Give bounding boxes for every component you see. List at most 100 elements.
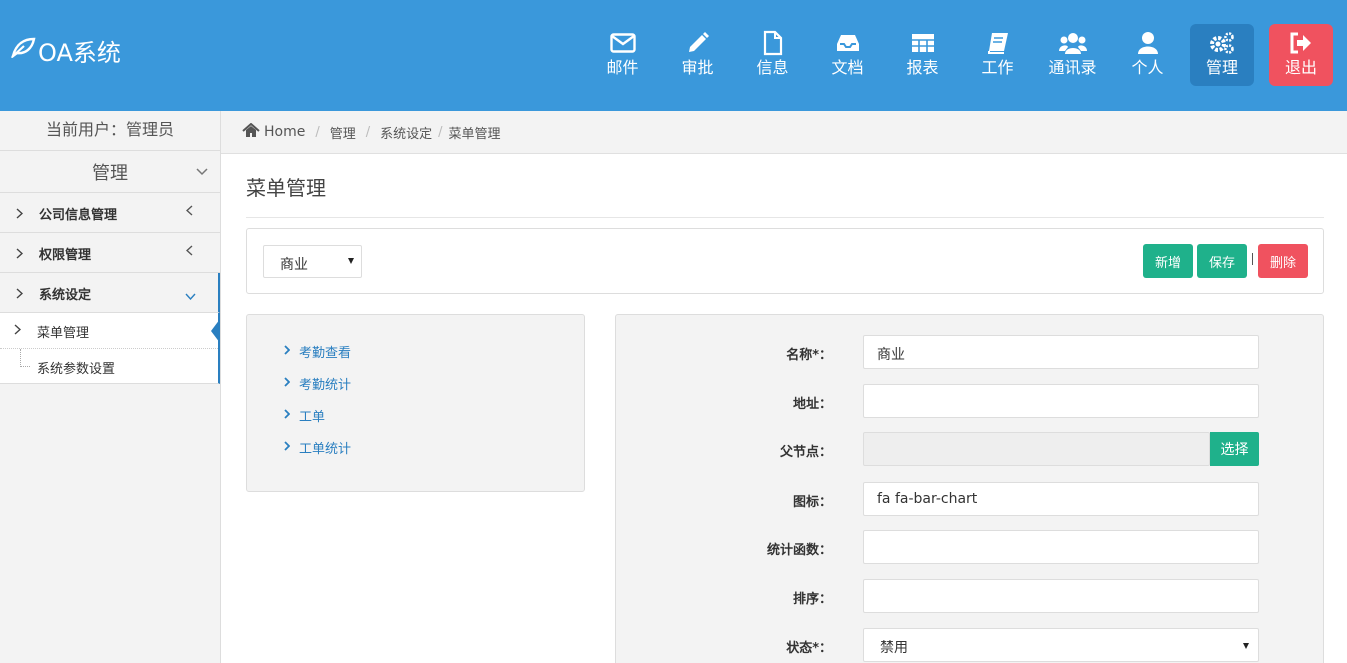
chevron-right-icon — [284, 344, 299, 359]
sidebar-subitem-menu-management[interactable]: 菜单管理 — [0, 313, 220, 348]
sidebar-item-company-info[interactable]: 公司信息管理 — [0, 193, 220, 233]
menu-tree-panel: 考勤查看 考勤统计 工单 工单统计 — [246, 314, 585, 492]
tree-item-label: 工单统计 — [299, 441, 352, 457]
delete-button[interactable]: 删除 — [1258, 244, 1308, 278]
tree-item[interactable]: 工单统计 — [284, 437, 351, 457]
chevron-right-icon — [284, 376, 299, 391]
tree-item-label: 工单 — [299, 409, 326, 425]
nav-reports[interactable]: 报表 — [885, 24, 960, 86]
form-row-stat-func: 统计函数： — [616, 530, 1325, 564]
leaf-icon — [10, 36, 38, 64]
nav-logout[interactable]: 退出 — [1269, 24, 1333, 86]
sidebar: 当前用户：管理员 管理 公司信息管理 权限管理 系统设定 菜单管理 系统参数设置 — [0, 111, 221, 663]
nav-contacts[interactable]: 通讯录 — [1035, 24, 1110, 86]
stat-func-label: 统计函数： — [766, 543, 832, 558]
nav-info[interactable]: 信息 — [735, 24, 810, 86]
status-select-value: 禁用 — [880, 640, 908, 656]
address-input[interactable] — [863, 384, 1259, 418]
tree-item[interactable]: 考勤统计 — [284, 373, 351, 393]
breadcrumb-item[interactable]: 管理 — [330, 123, 356, 142]
file-icon — [763, 30, 783, 56]
top-navbar: OA系统 邮件 审批 信息 文档 报表 工作 通讯录 个人 管理 退出 — [0, 0, 1347, 111]
sidebar-item-label: 系统设定 — [39, 288, 92, 303]
icon-input[interactable]: fa fa-bar-chart — [863, 482, 1259, 516]
nav-reports-label: 报表 — [906, 58, 939, 77]
current-user: 当前用户：管理员 — [0, 111, 220, 151]
nav-personal-label: 个人 — [1131, 58, 1164, 77]
chevron-right-icon — [16, 287, 24, 303]
parent-input — [863, 432, 1210, 466]
category-select-value: 商业 — [280, 257, 308, 273]
breadcrumb-separator: / — [365, 124, 371, 140]
inbox-icon — [836, 30, 860, 56]
page-title: 菜单管理 — [246, 176, 326, 200]
tree-item[interactable]: 考勤查看 — [284, 341, 351, 361]
chevron-down-icon — [196, 164, 208, 180]
nav-contacts-label: 通讯录 — [1048, 58, 1097, 77]
sidebar-item-label: 权限管理 — [39, 248, 92, 263]
nav-info-label: 信息 — [756, 58, 789, 77]
breadcrumb-home-label: Home — [264, 124, 306, 140]
chevron-down-icon — [185, 288, 196, 304]
sidebar-item-permissions[interactable]: 权限管理 — [0, 233, 220, 273]
app-title: OA系统 — [38, 38, 121, 67]
sidebar-submenu: 菜单管理 系统参数设置 — [0, 313, 220, 384]
breadcrumb-home[interactable]: Home — [242, 122, 306, 142]
tree-line — [20, 349, 21, 367]
app-logo[interactable]: OA系统 — [10, 34, 121, 67]
nav-mail[interactable]: 邮件 — [585, 24, 660, 86]
chevron-right-icon — [14, 324, 22, 339]
nav-approval-label: 审批 — [681, 58, 714, 77]
tree-item-label: 考勤统计 — [299, 377, 352, 393]
envelope-icon — [609, 30, 636, 56]
sidebar-item-system-settings[interactable]: 系统设定 — [0, 273, 220, 313]
cogs-icon — [1209, 30, 1235, 56]
order-input[interactable] — [863, 579, 1259, 613]
breadcrumb-item-current: 菜单管理 — [448, 126, 501, 142]
sidebar-subitem-system-params[interactable]: 系统参数设置 — [0, 348, 218, 383]
chevron-left-icon — [185, 204, 193, 220]
form-row-address: 地址： — [616, 384, 1325, 418]
name-input[interactable]: 商业 — [863, 335, 1259, 369]
divider — [246, 217, 1324, 218]
form-row-order: 排序： — [616, 579, 1325, 613]
chevron-left-icon — [185, 244, 193, 260]
form-row-icon: 图标： fa fa-bar-chart — [616, 482, 1325, 516]
select-parent-button[interactable]: 选择 — [1210, 432, 1259, 466]
caret-down-icon — [348, 258, 354, 264]
home-icon — [242, 122, 264, 142]
user-icon — [1137, 30, 1159, 56]
nav-logout-label: 退出 — [1284, 58, 1317, 77]
breadcrumb-separator: / — [315, 124, 320, 140]
sidebar-subitem-label: 菜单管理 — [37, 326, 90, 341]
save-button[interactable]: 保存 — [1197, 244, 1247, 278]
sign-out-icon — [1289, 30, 1313, 56]
add-button[interactable]: 新增 — [1143, 244, 1193, 278]
active-indicator — [211, 319, 220, 343]
tree-item-label: 考勤查看 — [299, 345, 352, 361]
address-label: 地址： — [792, 397, 832, 412]
book-icon — [986, 30, 1010, 56]
status-select[interactable]: 禁用 — [863, 628, 1259, 662]
icon-label: 图标： — [792, 495, 832, 510]
nav-personal[interactable]: 个人 — [1110, 24, 1185, 86]
sidebar-subitem-label: 系统参数设置 — [37, 362, 116, 377]
breadcrumb-item[interactable]: 系统设定 — [380, 123, 432, 142]
stat-func-input[interactable] — [863, 530, 1259, 564]
form-row-name: 名称*： 商业 — [616, 335, 1325, 369]
nav-admin-label: 管理 — [1205, 58, 1238, 77]
nav-work[interactable]: 工作 — [960, 24, 1035, 86]
nav-work-label: 工作 — [981, 58, 1014, 77]
category-select[interactable]: 商业 — [263, 245, 362, 278]
toolbar: 商业 新增 保存 删除 — [246, 228, 1324, 294]
breadcrumb-separator: / — [438, 124, 443, 140]
nav-docs[interactable]: 文档 — [810, 24, 885, 86]
sidebar-section-admin[interactable]: 管理 — [0, 151, 220, 193]
nav-admin[interactable]: 管理 — [1190, 24, 1254, 86]
nav-approval[interactable]: 审批 — [660, 24, 735, 86]
order-label: 排序： — [792, 592, 832, 607]
caret-down-icon — [1243, 643, 1249, 649]
pencil-icon — [686, 30, 710, 56]
tree-item[interactable]: 工单 — [284, 405, 325, 425]
chevron-right-icon — [16, 207, 24, 223]
